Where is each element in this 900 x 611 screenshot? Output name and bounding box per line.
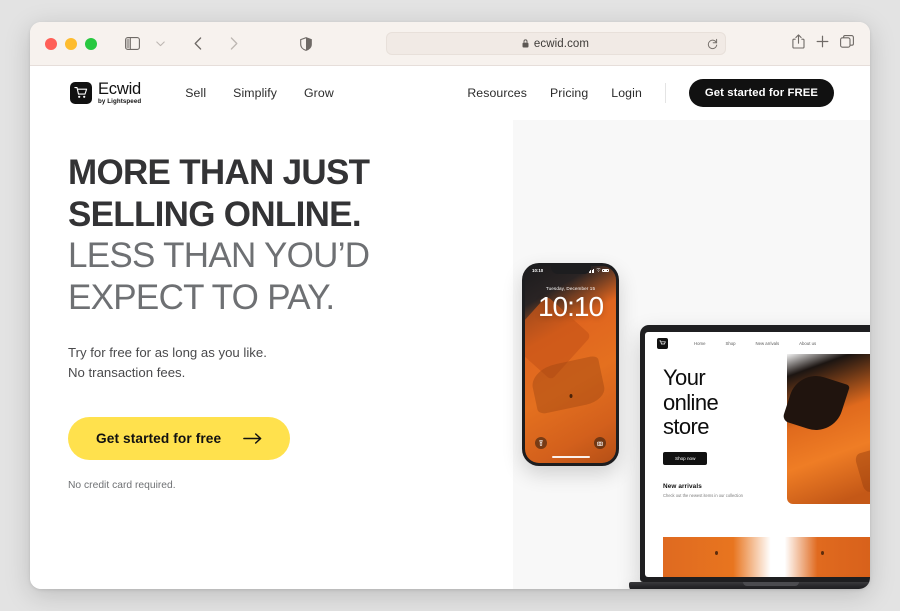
store-logo-icon [657,337,668,349]
store-section-subtitle: Check out the newest items in our collec… [663,492,743,498]
store-nav-links: Home Shop New arrivals About us [694,341,816,346]
flashlight-icon[interactable] [535,437,547,449]
store-hero: Your online store Shop now New arrivals … [645,354,870,498]
hero-cta-button[interactable]: Get started for free [68,417,291,461]
reload-icon[interactable] [707,38,718,49]
phone-lock-time: 10:10 [537,291,604,322]
nav-item-grow[interactable]: Grow [304,86,334,100]
get-started-free-button[interactable]: Get started for FREE [688,79,834,107]
laptop-base [629,582,870,589]
headline-line-1: MORE THAN JUST [68,153,370,192]
store-headline: Your online store [663,365,870,440]
store-section-title: New arrivals [663,482,702,490]
headline-line-3: LESS THAN YOU’D [68,236,370,276]
phone-mockup: 10:10 Tuesday, December 15 10:10 [522,263,619,466]
store-nav: Home Shop New arrivals About us [645,332,870,354]
store-product-strip [663,537,870,577]
logo-wordmark: Ecwid [98,79,142,98]
wifi-icon [595,268,601,273]
address-bar[interactable]: ecwid.com [385,32,726,55]
phone-notch [550,266,591,274]
close-window-button[interactable] [45,37,57,50]
maximize-window-button[interactable] [85,37,97,50]
privacy-shield-icon[interactable] [293,31,319,57]
shopping-cart-icon [70,81,92,104]
url-text: ecwid.com [533,37,590,50]
hero-headline: MORE THAN JUST SELLING ONLINE. LESS THAN… [68,152,870,319]
primary-nav: Sell Simplify Grow [185,86,334,100]
store-nav-about[interactable]: About us [799,341,816,346]
store-nav-shop[interactable]: Shop [725,341,735,346]
sidebar-icon[interactable] [119,31,145,57]
store-nav-home[interactable]: Home [694,341,705,346]
laptop-screen: Home Shop New arrivals About us Your onl… [645,332,870,577]
hero-cta-label: Get started for free [96,431,222,447]
minimize-window-button[interactable] [65,37,77,50]
shirt-button-detail [569,394,572,398]
phone-status-time: 10:10 [532,268,544,273]
browser-window: ecwid.com Ecwid by Lightspeed Sell Simpl… [30,22,870,589]
nav-item-sell[interactable]: Sell [185,86,206,100]
nav-item-simplify[interactable]: Simplify [233,86,277,100]
chevron-down-icon[interactable] [147,31,173,57]
browser-actions [792,33,854,54]
nav-divider [664,83,666,103]
laptop-mockup: Home Shop New arrivals About us Your onl… [629,325,870,589]
store-nav-new-arrivals[interactable]: New arrivals [756,341,780,346]
store-new-arrivals-section: New arrivals Check out the newest items … [663,483,870,498]
store-headline-line-3: store [663,414,710,440]
browser-nav-controls [119,31,319,57]
secondary-nav: Resources Pricing Login Get started for … [467,79,834,107]
web-page: Ecwid by Lightspeed Sell Simplify Grow R… [30,66,870,589]
browser-toolbar: ecwid.com [30,22,870,66]
subtext-line-1: Try for free for as long as you like. [68,344,267,360]
nav-item-login[interactable]: Login [611,86,642,100]
logo-tagline: by Lightspeed [98,98,142,106]
phone-home-indicator [551,455,590,458]
back-arrow-icon[interactable] [185,31,211,57]
product-button-detail-1 [715,551,718,555]
camera-icon[interactable] [594,437,606,449]
laptop-lid: Home Shop New arrivals About us Your onl… [640,325,870,582]
plus-icon[interactable] [816,35,829,53]
headline-line-4: EXPECT TO PAY. [68,277,335,317]
arrow-right-icon [243,433,262,445]
address-bar-container: ecwid.com [319,32,792,55]
site-header: Ecwid by Lightspeed Sell Simplify Grow R… [30,66,870,120]
window-traffic-lights [45,37,97,50]
nav-item-pricing[interactable]: Pricing [550,86,588,100]
nav-item-resources[interactable]: Resources [467,86,527,100]
store-headline-line-2: online [663,389,719,415]
ecwid-logo[interactable]: Ecwid by Lightspeed [70,81,141,106]
headline-line-2: SELLING ONLINE. [68,194,362,234]
subtext-line-2: No transaction fees. [68,365,186,381]
store-headline-line-1: Your [663,365,706,390]
tab-overview-icon[interactable] [840,34,854,53]
share-icon[interactable] [792,33,805,54]
forward-arrow-icon[interactable] [221,31,247,57]
lock-icon [522,39,529,48]
phone-screen: 10:10 Tuesday, December 15 10:10 [525,266,616,463]
product-button-detail-2 [821,551,824,555]
battery-icon [602,268,609,273]
store-shop-now-button[interactable]: Shop now [663,451,708,465]
